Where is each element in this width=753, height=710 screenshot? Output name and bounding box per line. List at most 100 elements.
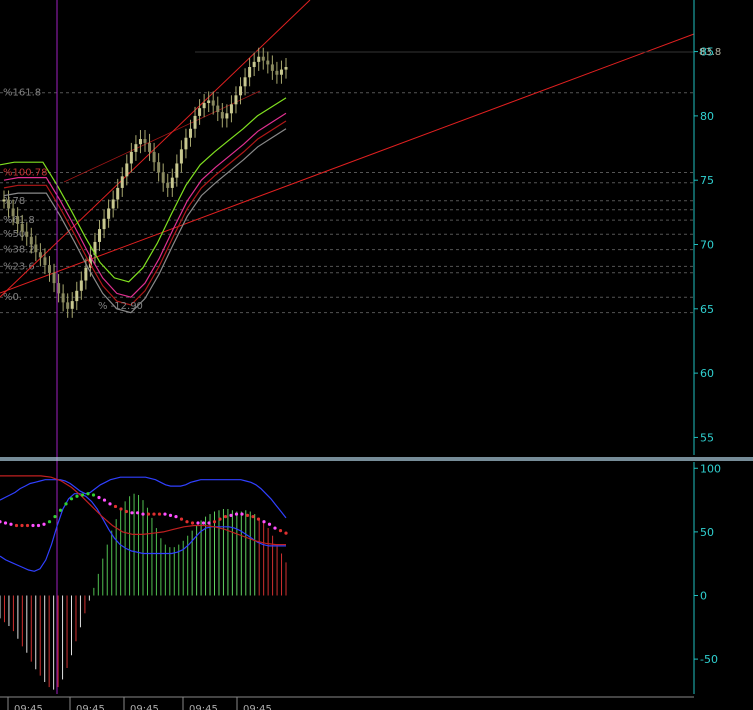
osc-dot [31,523,35,528]
osc-dot [20,523,24,528]
candle-body [188,128,192,138]
osc-dot [97,495,101,500]
candle-body [275,70,279,75]
osc-tick-label: 0 [700,589,707,602]
osc-dot [14,523,19,528]
candle-body [38,252,42,258]
candle-body [79,280,83,291]
candle-body [175,163,179,178]
osc-dot [113,504,118,509]
osc-dot [223,515,228,519]
osc-dot [251,515,255,519]
osc-dot [168,513,173,517]
candle-body [70,301,74,309]
price-tick-label: 65 [700,303,714,316]
candle-body [75,290,79,302]
time-tick-label: 09:45 [130,704,159,710]
price-tick-label: 55 [700,431,714,444]
osc-dot [86,492,90,496]
candle-body [252,61,256,68]
candle-body [234,95,238,105]
osc-dot [234,512,239,516]
candle-body [257,56,261,62]
fib-label: %161.8 [3,88,41,99]
candle-body [211,100,215,106]
candle-body [43,257,47,266]
osc-dot [267,522,272,526]
time-tick-label: 09:45 [76,704,105,710]
osc-dot [64,502,68,506]
osc-dot [218,517,222,521]
candle-body [61,293,65,303]
osc-dot [141,512,145,516]
candle-body [20,223,24,232]
osc-dot [58,508,63,512]
candle-body [2,199,6,202]
candle-body [202,103,206,109]
osc-dot [36,523,41,528]
osc-dot [80,493,85,497]
candle-body [220,112,224,119]
candle-body [111,199,115,209]
osc-dot [190,521,195,525]
candle-body [166,182,170,188]
osc-dot [53,515,57,519]
candle-body [170,177,174,188]
candle-body [266,60,270,65]
candle-body [25,231,29,237]
osc-dot [185,520,189,524]
candle-body [134,144,138,152]
fib-label: %78 [3,196,25,207]
candle-body [148,142,152,152]
osc-dot [108,502,112,506]
fib-label: %50. [3,229,28,240]
osc-dot [119,507,123,511]
osc-dot [157,512,162,516]
candle-body [216,105,220,113]
candle-body [184,137,188,150]
candle-body [52,272,56,284]
candle-body [279,69,283,75]
candle-body [243,77,247,87]
candle-body [116,187,120,200]
osc-dot [229,513,233,517]
candle-body [225,113,229,119]
osc-dot [245,513,250,517]
candle-body [138,139,142,145]
osc-tick-label: 50 [700,526,714,539]
candle-body [7,199,11,209]
osc-dot [91,493,96,497]
candle-body [152,151,156,163]
time-tick-label: 09:45 [14,704,43,710]
osc-dot [207,521,211,525]
candle-body [248,67,252,78]
candle-body [34,244,38,253]
panel-separator [0,457,753,461]
candle-body [29,236,33,245]
price-tick-label: 60 [700,367,714,380]
osc-dot [152,512,156,516]
price-tick-label: 80 [700,110,714,123]
candle-body [261,56,265,61]
retracement-label: % -12.90 [98,301,143,312]
osc-dot [262,520,266,524]
price-tick-label: 75 [700,174,714,187]
candle-body [207,100,211,104]
candle-body [84,267,88,281]
fib-label: %0. [3,292,22,303]
osc-dot [75,494,79,498]
candle-body [284,67,288,70]
candle-body [239,86,243,96]
osc-dot [256,517,261,521]
candle-body [107,208,111,219]
price-tick-label: 70 [700,239,714,252]
candle-body [125,163,129,177]
fib-label: %100.78 [3,167,48,178]
osc-dot [284,531,288,535]
candle-body [229,104,233,114]
candle-body [198,108,202,116]
osc-dot [146,512,151,516]
candle-body [98,229,102,242]
fib-label: %38.2 [3,245,35,256]
osc-dot [130,511,134,515]
